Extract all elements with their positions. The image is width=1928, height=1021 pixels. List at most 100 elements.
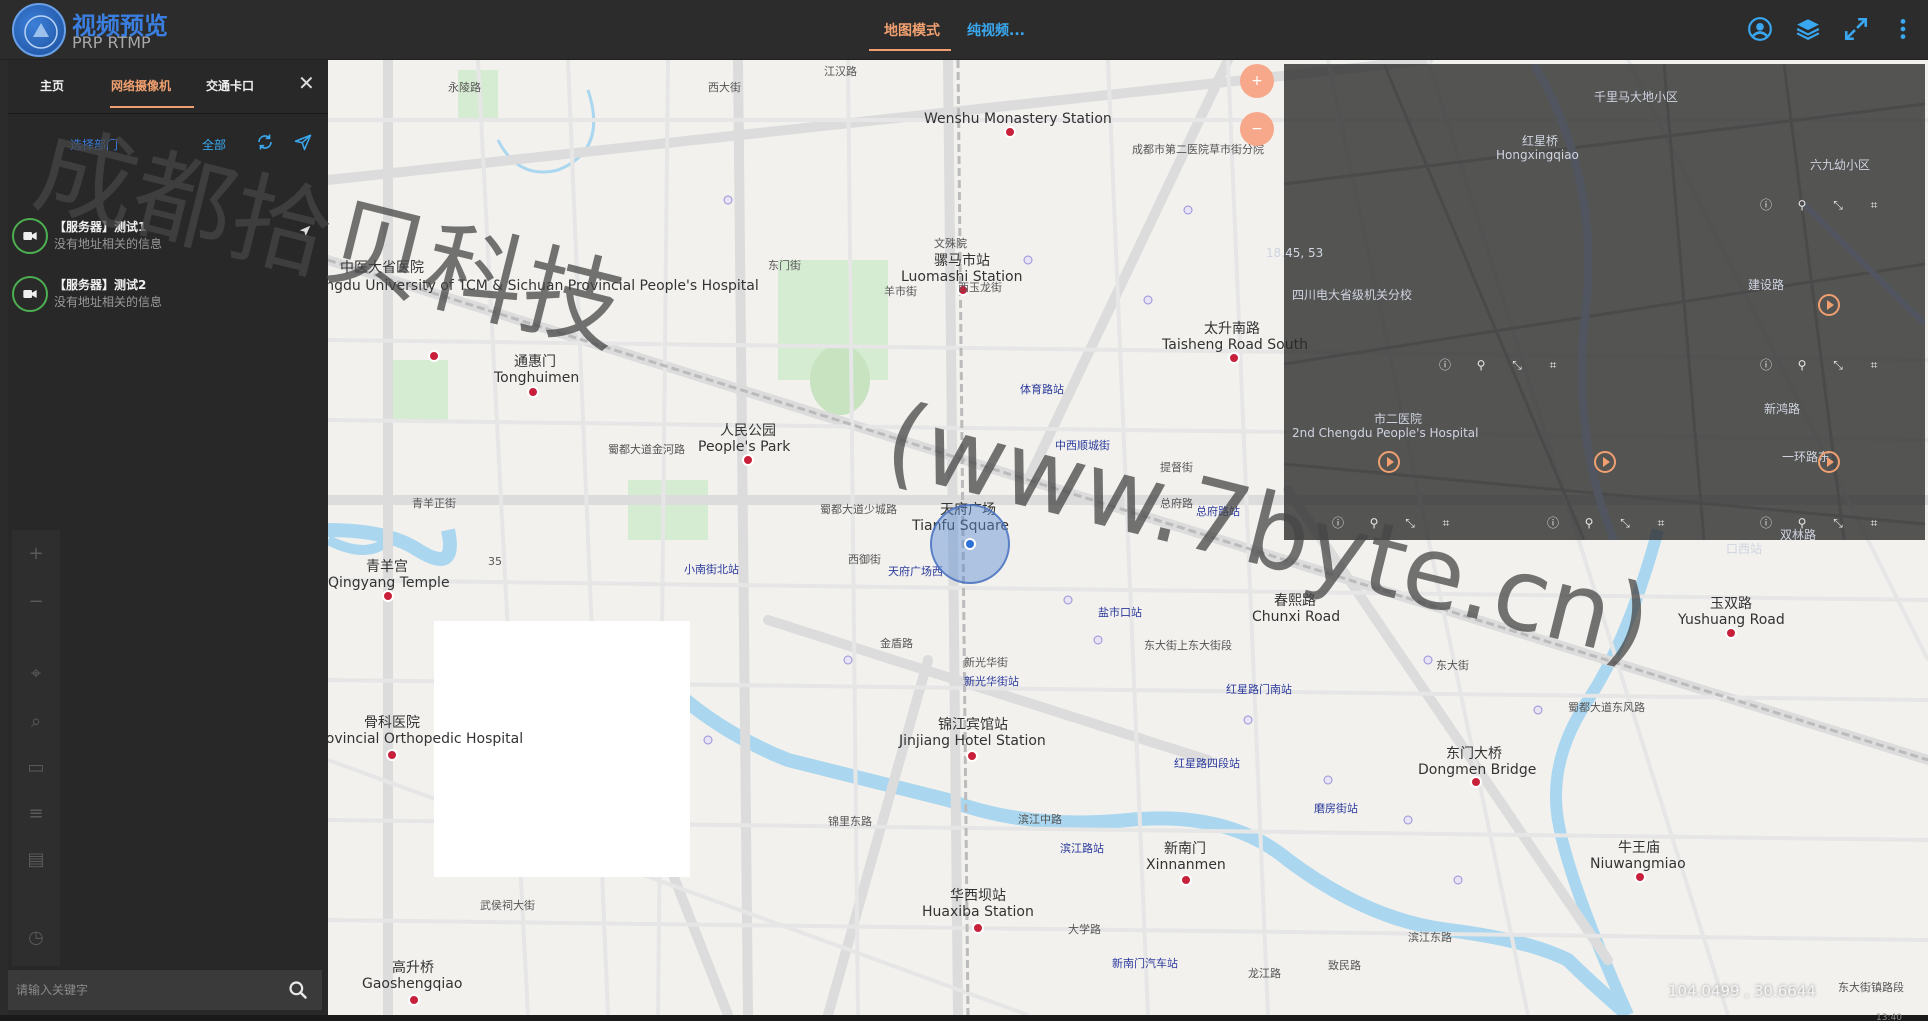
car-icon[interactable]: ▤ [26, 850, 46, 870]
map-label: 滨江东路 [1408, 931, 1452, 944]
grid-map-label: 红星桥 [1522, 134, 1559, 148]
tab-network-cameras[interactable]: 网络摄像机 [111, 77, 171, 94]
tab-map-mode[interactable]: 地图模式 [884, 20, 940, 40]
map-tool-strip: + − ⌖ ⌕ ▭ ≡ ▤ ◷ [12, 530, 60, 966]
play-button[interactable] [1594, 451, 1616, 473]
grid-map-label: 2nd Chengdu People's Hospital [1292, 426, 1479, 440]
play-button[interactable] [1818, 294, 1840, 316]
map-label: 盐市口站 [1098, 606, 1142, 619]
crop-icon[interactable]: ⌗ [1867, 516, 1881, 530]
divider [8, 113, 328, 114]
info-icon[interactable]: ⓘ [1438, 358, 1452, 372]
map-label: 东大街上东大街段 [1144, 639, 1232, 652]
map-label: 武侯祠大街 [480, 899, 535, 912]
clock-icon[interactable]: ◷ [26, 928, 46, 948]
camera-name: 【服务器】测试1 [54, 220, 147, 234]
camera-list-item[interactable]: 【服务器】测试1 没有地址相关的信息 [12, 216, 322, 260]
map-label: Huaxiba Station [922, 904, 1034, 920]
search-icon[interactable]: ⌕ [26, 712, 46, 732]
shrink-icon[interactable]: ⤡ [1510, 358, 1524, 372]
zoom-out-button[interactable]: − [1240, 112, 1274, 146]
layers-icon[interactable] [1795, 16, 1821, 42]
map-label: 体育路站 [1020, 383, 1064, 396]
department-select[interactable]: 选择部门 [70, 136, 118, 153]
play-button[interactable] [1818, 451, 1840, 473]
tab-traffic-checkpoints[interactable]: 交通卡口 [206, 77, 254, 94]
location-pin-icon[interactable]: ⚲ [1795, 516, 1809, 530]
map-label: Qingyang Temple [328, 575, 450, 591]
location-pin-icon[interactable]: ⚲ [1795, 358, 1809, 372]
layers-icon[interactable]: ≡ [26, 804, 46, 824]
active-tab-indicator [110, 106, 194, 108]
plus-icon[interactable]: + [26, 544, 46, 564]
shrink-icon[interactable]: ⤡ [1831, 358, 1845, 372]
map-label: 成都市第二医院草市街分院 [1132, 143, 1264, 156]
send-icon[interactable] [294, 133, 312, 151]
map-label: 蜀都大道金河路 [608, 443, 685, 456]
crop-icon[interactable]: ⌗ [1654, 516, 1668, 530]
locate-icon[interactable] [298, 224, 312, 238]
video-camera-icon [12, 276, 48, 312]
location-pin-icon[interactable]: ⚲ [1474, 358, 1488, 372]
grid-map-label: Hongxingqiao [1496, 148, 1579, 162]
crop-icon[interactable]: ⌗ [1867, 358, 1881, 372]
shrink-icon[interactable]: ⤡ [1618, 516, 1632, 530]
coordinate-readout: 104.0499 , 30.6644 [1668, 982, 1816, 1000]
map-label: 提督街 [1160, 461, 1193, 474]
map-label: Wenshu Monastery Station [924, 111, 1112, 127]
camera-list-item[interactable]: 【服务器】测试2 没有地址相关的信息 [12, 274, 322, 318]
blank-tile [434, 621, 690, 877]
map-label: Niuwangmiao [1590, 856, 1686, 872]
current-location-marker[interactable] [964, 538, 976, 550]
all-departments-link[interactable]: 全部 [202, 136, 226, 153]
info-icon[interactable]: ⓘ [1759, 358, 1773, 372]
shrink-icon[interactable]: ⤡ [1831, 198, 1845, 212]
map-label: 滨江中路 [1018, 813, 1062, 826]
grid-map-label: 18.45, 53 [1266, 246, 1324, 260]
search-icon [289, 981, 307, 999]
map-label: 中西顺城街 [1055, 439, 1110, 452]
navigate-icon[interactable]: ⌖ [26, 664, 46, 684]
search-button[interactable] [274, 970, 322, 1010]
location-pin-icon[interactable]: ⚲ [1795, 198, 1809, 212]
app-logo [12, 3, 66, 57]
map-label: 总府路 [1160, 497, 1193, 510]
crop-icon[interactable]: ⌗ [1439, 516, 1453, 530]
grid-map-label: 六九幼小区 [1810, 158, 1871, 172]
fullscreen-icon[interactable] [1843, 16, 1869, 42]
map-label: Sichuan Provincial Orthopedic Hospital [328, 731, 524, 747]
video-camera-icon [12, 218, 48, 254]
info-icon[interactable]: ⓘ [1759, 198, 1773, 212]
crop-icon[interactable]: ⌗ [1546, 358, 1560, 372]
zoom-in-button[interactable]: + [1240, 64, 1274, 98]
refresh-icon[interactable] [256, 133, 274, 151]
map-label: 滨江路站 [1060, 842, 1104, 855]
minus-icon[interactable]: − [26, 592, 46, 612]
info-icon[interactable]: ⓘ [1759, 516, 1773, 530]
location-pin-icon[interactable]: ⚲ [1582, 516, 1596, 530]
info-icon[interactable]: ⓘ [1546, 516, 1560, 530]
play-button[interactable] [1378, 451, 1400, 473]
user-icon[interactable] [1747, 16, 1773, 42]
close-icon[interactable]: ✕ [298, 71, 315, 95]
info-icon[interactable]: ⓘ [1331, 516, 1345, 530]
map-label: 新南门汽车站 [1112, 957, 1178, 970]
map-label: 骨科医院 [364, 715, 420, 731]
grid-map-label: 新鸿路 [1764, 402, 1801, 416]
side-panel: 主页 网络摄像机 交通卡口 ✕ 选择部门 全部 【服务器】测试1 没有地址相关的… [8, 60, 328, 1015]
map-label: 玉双路 [1710, 596, 1752, 612]
shrink-icon[interactable]: ⤡ [1403, 516, 1417, 530]
folder-icon[interactable]: ▭ [26, 758, 46, 778]
video-cell-controls: ⓘ ⚲ ⤡ ⌗ [1759, 516, 1881, 530]
shrink-icon[interactable]: ⤡ [1831, 516, 1845, 530]
top-bar: 视频预览 PRP RTMP 地图模式 纯视频... [0, 0, 1928, 60]
map-label: 蜀都大道少城路 [820, 503, 897, 516]
grid-map-label: 千里马大地小区 [1594, 90, 1679, 104]
crop-icon[interactable]: ⌗ [1867, 198, 1881, 212]
grid-map-label: 四川电大省级机关分校 [1292, 288, 1413, 302]
tab-video-only-mode[interactable]: 纯视频... [967, 20, 1025, 40]
more-vert-icon[interactable] [1890, 16, 1916, 42]
location-pin-icon[interactable]: ⚲ [1367, 516, 1381, 530]
search-input[interactable] [16, 978, 266, 1002]
tab-home[interactable]: 主页 [40, 77, 64, 94]
